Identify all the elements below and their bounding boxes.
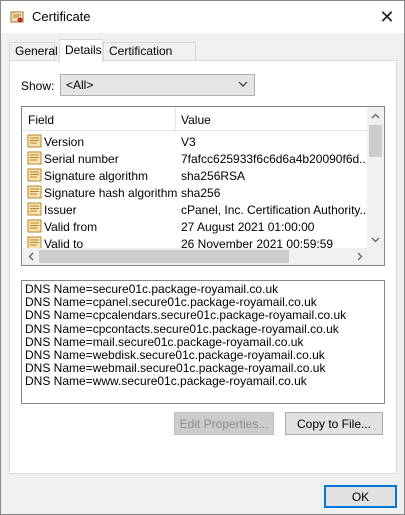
show-label: Show: [21,79,55,93]
show-dropdown[interactable]: <All> [60,74,255,96]
vertical-scroll-thumb[interactable] [369,125,382,157]
column-divider[interactable] [175,107,176,131]
title-bar: Certificate ✕ [1,1,404,33]
certificate-icon [10,10,24,24]
list-item[interactable]: Signature hash algorithm sha256 [22,184,368,201]
field-value: V3 [181,135,196,149]
field-name: Issuer [44,203,77,217]
field-value-textbox[interactable]: DNS Name=secure01c.package-royamail.co.u… [21,280,385,404]
scroll-down-icon[interactable] [367,231,384,248]
chevron-down-icon [238,81,248,87]
list-item[interactable]: Valid from 27 August 2021 01:00:00 [22,218,368,235]
field-value: sha256RSA [181,169,246,183]
detail-line: DNS Name=cpcalendars.secure01c.package-r… [25,308,347,323]
field-value: 7fafcc625933f6c6d6a4b20090f6d... [181,152,366,166]
tab-certification-path[interactable]: Certification Path [103,42,196,75]
horizontal-scroll-thumb[interactable] [39,250,289,263]
detail-line: DNS Name=cpcontacts.secure01c.package-ro… [25,321,339,336]
certificate-dialog: Certificate ✕ General Details Certificat… [0,0,405,515]
certificate-field-icon [27,134,42,148]
field-name: Valid from [44,220,98,234]
column-header-field[interactable]: Field [28,113,54,127]
tab-details[interactable]: Details [59,39,103,62]
certificate-field-icon [27,151,42,165]
certificate-field-icon [27,168,42,182]
edit-properties-button[interactable]: Edit Properties... [174,412,274,435]
field-value: 27 August 2021 01:00:00 [181,220,315,234]
window-title: Certificate [32,9,91,24]
field-value: cPanel, Inc. Certification Authority... [181,203,366,217]
field-name: Signature hash algorithm [44,186,178,200]
scroll-left-icon[interactable] [22,248,39,265]
field-name: Signature algorithm [44,169,149,183]
field-name: Version [44,135,85,149]
scroll-up-icon[interactable] [367,107,384,124]
fields-list[interactable]: Field Value Version V3 Serial number 7fafcc… [21,106,385,266]
details-panel: Show: <All> Field Value Version V3 Serial … [9,60,397,474]
list-item[interactable]: Version V3 [22,133,368,150]
copy-to-file-button[interactable]: Copy to File... [285,412,383,435]
list-header: Field Value [22,107,368,131]
close-icon[interactable]: ✕ [370,1,404,33]
column-header-value[interactable]: Value [181,113,211,127]
scroll-right-icon[interactable] [351,248,368,265]
list-item[interactable]: Serial number 7fafcc625933f6c6d6a4b20090f… [22,150,368,167]
detail-line: DNS Name=www.secure01c.package-royamail.… [25,374,307,389]
list-item[interactable]: Signature algorithm sha256RSA [22,167,368,184]
show-dropdown-value: <All> [66,78,94,92]
field-value: sha256 [181,186,221,200]
ok-button[interactable]: OK [324,485,397,508]
list-item[interactable]: Issuer cPanel, Inc. Certification Authori… [22,201,368,218]
certificate-field-icon [27,219,42,233]
vertical-scrollbar[interactable] [367,107,384,248]
certificate-field-icon [27,185,42,199]
field-name: Serial number [44,152,119,166]
certificate-field-icon [27,202,42,216]
horizontal-scrollbar[interactable] [22,248,368,265]
tab-general[interactable]: General [9,42,58,61]
scrollbar-corner [367,248,384,265]
